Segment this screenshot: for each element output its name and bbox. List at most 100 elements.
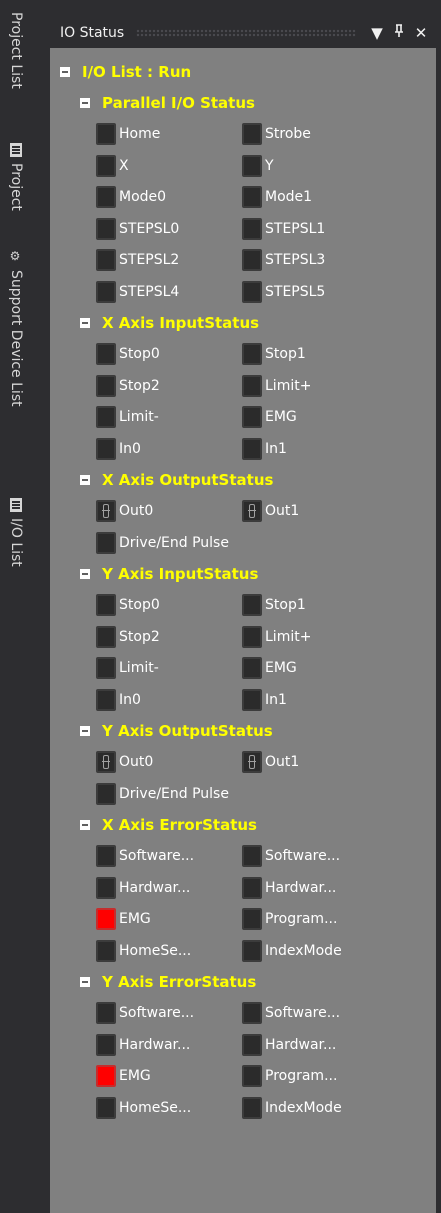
io-item-label: Stop1 — [265, 597, 306, 613]
section-header[interactable]: X Axis ErrorStatus — [80, 816, 257, 834]
io-item[interactable]: Stop1 — [242, 594, 306, 616]
io-item[interactable]: X — [96, 154, 129, 177]
io-item-label: Stop2 — [119, 377, 160, 394]
io-item-label: Home — [119, 126, 161, 142]
io-item[interactable]: HomeSe... — [96, 1096, 192, 1119]
io-item-label: Stop0 — [119, 597, 160, 613]
tool-window-sidebar: Project List Project ⚙ Support Device Li… — [0, 0, 46, 1213]
section-header[interactable]: Y Axis InputStatus — [80, 565, 258, 583]
io-item-label: Software... — [265, 1005, 341, 1021]
io-item[interactable]: Software... — [96, 1002, 194, 1024]
io-item[interactable]: Hardwar... — [242, 1033, 336, 1056]
collapse-icon[interactable] — [80, 475, 90, 485]
io-item[interactable]: Hardwar... — [96, 876, 190, 899]
io-item-label: HomeSe... — [119, 1099, 192, 1116]
section-title: Y Axis OutputStatus — [102, 722, 273, 740]
io-item[interactable]: In1 — [242, 437, 287, 460]
io-item[interactable]: Home — [96, 123, 160, 145]
io-item[interactable]: Hardwar... — [96, 1033, 191, 1056]
io-item[interactable]: STEPSL3 — [242, 249, 325, 271]
section-header[interactable]: X Axis OutputStatus — [80, 471, 273, 489]
io-item[interactable]: HomeSe... — [96, 939, 191, 962]
section-header[interactable]: X Axis InputStatus — [80, 314, 259, 332]
led-off-icon — [242, 343, 262, 365]
section-header[interactable]: Y Axis ErrorStatus — [80, 973, 256, 991]
io-item[interactable]: Limit+ — [242, 374, 311, 397]
collapse-icon[interactable] — [80, 726, 90, 736]
io-item[interactable]: In0 — [96, 437, 141, 460]
io-item[interactable]: Stop2 — [96, 625, 160, 648]
tab-project-list[interactable]: Project List — [8, 12, 24, 89]
tab-project[interactable]: Project — [8, 143, 24, 211]
io-item[interactable]: Program... — [242, 1065, 337, 1087]
led-off-icon — [242, 123, 262, 145]
io-item-label: In0 — [119, 691, 141, 708]
io-item[interactable]: STEPSL4 — [96, 280, 179, 303]
io-item[interactable]: STEPSL5 — [242, 280, 325, 303]
io-item[interactable]: Drive/End Pulse — [96, 782, 229, 805]
io-item[interactable]: Hardwar... — [242, 876, 336, 899]
io-item-label: Limit+ — [265, 628, 312, 645]
io-item[interactable]: Limit- — [96, 406, 159, 428]
tree-root[interactable]: I/O List : Run — [60, 63, 191, 81]
io-item[interactable]: Out1 — [242, 500, 299, 522]
led-off-icon — [96, 186, 116, 208]
io-item[interactable]: Limit+ — [242, 625, 312, 648]
led-off-icon — [96, 876, 116, 899]
collapse-icon[interactable] — [80, 98, 90, 108]
io-item[interactable]: Mode0 — [96, 186, 166, 208]
io-item[interactable]: Drive/End Pulse — [96, 531, 229, 554]
section-header[interactable]: Parallel I/O Status — [80, 94, 255, 112]
io-item-label: In0 — [119, 440, 141, 457]
io-item[interactable]: EMG — [242, 657, 297, 679]
led-off-icon — [96, 249, 116, 271]
pin-icon[interactable] — [388, 24, 410, 42]
io-item[interactable]: Out0 — [96, 751, 153, 773]
led-off-icon — [96, 437, 116, 460]
collapse-icon[interactable] — [80, 977, 90, 987]
io-item[interactable]: Program... — [242, 908, 337, 930]
panel-titlebar[interactable]: IO Status ▼ ✕ — [50, 18, 436, 48]
io-item-label: Drive/End Pulse — [119, 534, 229, 551]
io-item[interactable]: STEPSL1 — [242, 217, 325, 240]
io-item[interactable]: Stop0 — [96, 594, 160, 616]
tab-io-list[interactable]: I/O List — [8, 498, 24, 567]
tab-label: Project List — [8, 12, 24, 89]
io-item[interactable]: EMG — [242, 406, 297, 428]
io-item-label: EMG — [265, 409, 297, 425]
io-item[interactable]: Out0 — [96, 500, 153, 522]
io-item[interactable]: Stop1 — [242, 343, 306, 365]
io-item[interactable]: In0 — [96, 688, 141, 711]
io-item[interactable]: Y — [242, 154, 274, 177]
led-off-icon — [242, 1033, 262, 1056]
tab-support-device-list[interactable]: ⚙ Support Device List — [8, 248, 24, 407]
io-item[interactable]: Software... — [96, 845, 194, 867]
collapse-icon[interactable] — [80, 569, 90, 579]
io-item[interactable]: Software... — [242, 1002, 340, 1024]
led-off-icon — [242, 1002, 262, 1024]
collapse-icon[interactable] — [80, 318, 90, 328]
io-item[interactable]: Limit- — [96, 657, 159, 679]
tree-root-label: I/O List : Run — [82, 63, 192, 81]
io-item[interactable]: STEPSL0 — [96, 217, 179, 240]
dropdown-icon[interactable]: ▼ — [366, 24, 388, 42]
io-item[interactable]: Software... — [242, 845, 340, 867]
io-item[interactable]: Strobe — [242, 123, 311, 145]
io-item[interactable]: Mode1 — [242, 186, 312, 208]
io-item-label: Hardwar... — [119, 1036, 191, 1053]
io-item[interactable]: STEPSL2 — [96, 249, 179, 271]
collapse-icon[interactable] — [60, 67, 70, 77]
collapse-icon[interactable] — [80, 820, 90, 830]
io-item[interactable]: Out1 — [242, 751, 299, 773]
io-item[interactable]: IndexMode — [242, 1096, 342, 1119]
section-header[interactable]: Y Axis OutputStatus — [80, 722, 273, 740]
io-item[interactable]: In1 — [242, 688, 287, 711]
io-item[interactable]: EMG — [96, 908, 151, 930]
io-item[interactable]: EMG — [96, 1065, 151, 1087]
io-item[interactable]: Stop0 — [96, 343, 160, 365]
io-item[interactable]: IndexMode — [242, 939, 342, 962]
led-off-icon — [242, 845, 262, 867]
io-item[interactable]: Stop2 — [96, 374, 160, 397]
close-icon[interactable]: ✕ — [410, 24, 432, 42]
tab-label: I/O List — [8, 518, 24, 567]
